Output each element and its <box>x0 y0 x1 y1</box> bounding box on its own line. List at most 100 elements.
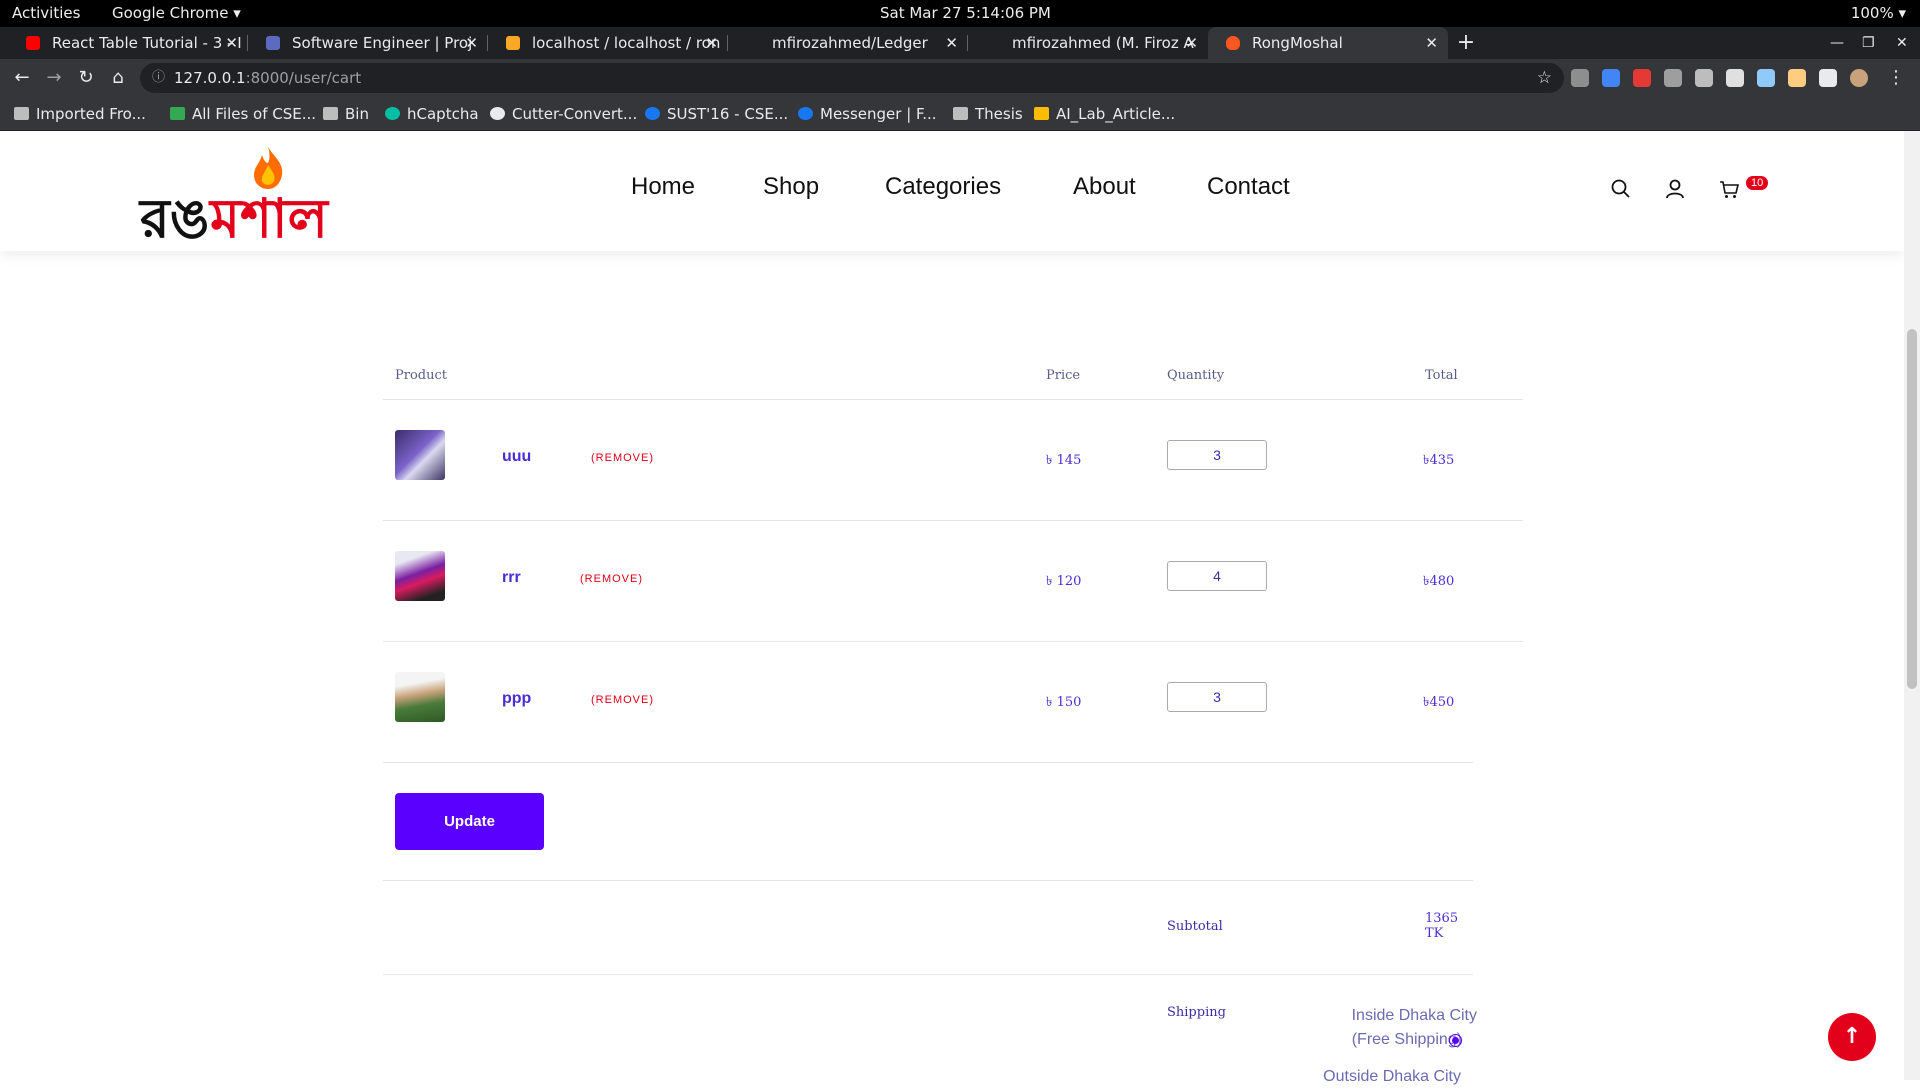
extension-icon[interactable] <box>1695 69 1713 87</box>
new-tab-button[interactable]: + <box>1452 27 1480 59</box>
search-icon[interactable] <box>1610 178 1632 200</box>
scrollbar-thumb[interactable] <box>1907 329 1917 689</box>
close-tab-icon[interactable]: ✕ <box>225 27 238 59</box>
quantity-input[interactable] <box>1167 561 1267 591</box>
back-arrow-icon[interactable]: ← <box>10 66 34 90</box>
phpmyadmin-icon <box>506 36 520 50</box>
bookmark-item[interactable]: Cutter-Convert... <box>490 97 637 131</box>
cart-count-badge: 10 <box>1746 176 1769 190</box>
shipping-option-inside-dhaka-line2[interactable]: (Free Shipping) <box>1352 1028 1462 1052</box>
browser-toolbar: ← → ↻ ⌂ ⓘ 127.0.0.1:8000/user/cart ☆ ⋮ <box>0 59 1920 97</box>
extension-icon[interactable] <box>1788 69 1806 87</box>
folder-icon <box>323 107 338 120</box>
scroll-to-top-button[interactable]: ↑ <box>1828 1013 1876 1061</box>
folder-icon <box>953 107 968 120</box>
row-total: ৳435 <box>1423 453 1455 468</box>
reload-icon[interactable]: ↻ <box>74 66 98 90</box>
product-name-link[interactable]: uuu <box>502 448 531 466</box>
shipping-option-inside-dhaka-line1[interactable]: Inside Dhaka City <box>1352 1004 1477 1028</box>
tab-label: mfirozahmed (M. Firoz A <box>1012 34 1194 52</box>
tab-phpmyadmin[interactable]: localhost / localhost / ron ✕ <box>488 27 728 59</box>
info-icon[interactable]: ⓘ <box>152 63 165 93</box>
facebook-icon <box>645 107 660 120</box>
site-logo[interactable]: রঙ মশাল <box>140 145 340 250</box>
tab-label: RongMoshal <box>1252 34 1343 52</box>
remove-button[interactable]: (REMOVE) <box>580 573 643 585</box>
nav-shop[interactable]: Shop <box>763 173 819 201</box>
puzzle-icon[interactable] <box>1819 69 1837 87</box>
home-icon[interactable]: ⌂ <box>106 66 130 90</box>
remove-button[interactable]: (REMOVE) <box>591 694 654 706</box>
extension-icon[interactable] <box>1602 69 1620 87</box>
close-window-button[interactable]: ✕ <box>1896 27 1908 59</box>
nav-categories[interactable]: Categories <box>885 173 1001 201</box>
bookmark-item[interactable]: Messenger | F... <box>798 97 937 131</box>
product-thumbnail[interactable] <box>395 551 445 601</box>
close-tab-icon[interactable]: ✕ <box>465 27 478 59</box>
kebab-menu-icon[interactable]: ⋮ <box>1884 66 1908 90</box>
nav-about[interactable]: About <box>1073 173 1136 201</box>
minimize-button[interactable]: — <box>1830 27 1844 59</box>
cart-icon[interactable] <box>1718 178 1740 200</box>
flame-icon <box>254 147 283 189</box>
close-tab-icon[interactable]: ✕ <box>945 27 958 59</box>
app-menu[interactable]: Google Chrome ▾ <box>112 4 241 22</box>
tab-software-engineer[interactable]: Software Engineer | Proj ✕ <box>248 27 488 59</box>
remove-button[interactable]: (REMOVE) <box>591 452 654 464</box>
product-price: ৳ 120 <box>1046 574 1082 589</box>
status-menu[interactable]: 100% ▾ <box>1851 4 1906 22</box>
forward-arrow-icon[interactable]: → <box>42 66 66 90</box>
document-icon <box>266 36 280 50</box>
close-tab-icon[interactable]: ✕ <box>1425 27 1438 59</box>
tab-react-table[interactable]: React Table Tutorial - 3 - I ✕ <box>8 27 248 59</box>
hcaptcha-icon <box>385 107 400 120</box>
bookmark-item[interactable]: Imported Fro... <box>14 97 146 131</box>
bookmark-item[interactable]: hCaptcha <box>385 97 479 131</box>
folder-icon <box>14 107 29 120</box>
radio-selected-dot <box>1452 1037 1459 1044</box>
bookmark-item[interactable]: SUST'16 - CSE... <box>645 97 788 131</box>
page-scrollbar[interactable] <box>1904 131 1920 1080</box>
page-content: রঙ মশাল Home Shop Categories About Conta… <box>0 131 1904 1080</box>
shipping-option-outside-dhaka[interactable]: Outside Dhaka City <box>1323 1065 1461 1089</box>
activities-button[interactable]: Activities <box>12 4 80 22</box>
profile-avatar[interactable] <box>1850 69 1868 87</box>
close-tab-icon[interactable]: ✕ <box>705 27 718 59</box>
product-name-link[interactable]: ppp <box>502 690 531 708</box>
update-cart-button[interactable]: Update <box>395 793 544 850</box>
shipping-radio-inside-dhaka[interactable] <box>1449 1034 1462 1047</box>
bookmark-item[interactable]: AI_Lab_Article... <box>1034 97 1175 131</box>
url-path: :8000/user/cart <box>245 69 362 87</box>
maximize-button[interactable]: ❐ <box>1862 27 1875 59</box>
nav-contact[interactable]: Contact <box>1207 173 1290 201</box>
drive-icon <box>1034 107 1049 120</box>
extension-icon[interactable] <box>1726 69 1744 87</box>
quantity-input[interactable] <box>1167 440 1267 470</box>
product-thumbnail[interactable] <box>395 672 445 722</box>
bookmark-item[interactable]: Bin <box>323 97 369 131</box>
address-bar[interactable]: ⓘ 127.0.0.1:8000/user/cart ☆ <box>140 63 1564 93</box>
tab-ledger[interactable]: mfirozahmed/Ledger ✕ <box>728 27 968 59</box>
product-price: ৳ 150 <box>1046 695 1082 710</box>
tab-github-profile[interactable]: mfirozahmed (M. Firoz A ✕ <box>968 27 1208 59</box>
subtotal-value: 1365 TK <box>1425 911 1459 941</box>
clock[interactable]: Sat Mar 27 5:14:06 PM <box>880 4 1051 22</box>
tab-label: mfirozahmed/Ledger <box>772 34 928 52</box>
extension-icon[interactable] <box>1571 69 1589 87</box>
product-thumbnail[interactable] <box>395 430 445 480</box>
bookmark-item[interactable]: Thesis <box>953 97 1023 131</box>
extension-icon[interactable] <box>1757 69 1775 87</box>
bookmark-star-icon[interactable]: ☆ <box>1537 63 1552 93</box>
user-icon[interactable] <box>1664 178 1686 200</box>
tab-rongmoshal[interactable]: RongMoshal ✕ <box>1208 27 1448 59</box>
nav-home[interactable]: Home <box>631 173 695 201</box>
bookmark-item[interactable]: All Files of CSE... <box>170 97 316 131</box>
quantity-input[interactable] <box>1167 682 1267 712</box>
drive-icon <box>170 107 185 120</box>
close-tab-icon[interactable]: ✕ <box>1185 27 1198 59</box>
camera-icon[interactable] <box>1664 69 1682 87</box>
product-name-link[interactable]: rrr <box>502 569 521 587</box>
tab-strip: React Table Tutorial - 3 - I ✕ Software … <box>0 27 1920 59</box>
adblock-icon[interactable] <box>1633 69 1651 87</box>
divider <box>383 974 1473 975</box>
